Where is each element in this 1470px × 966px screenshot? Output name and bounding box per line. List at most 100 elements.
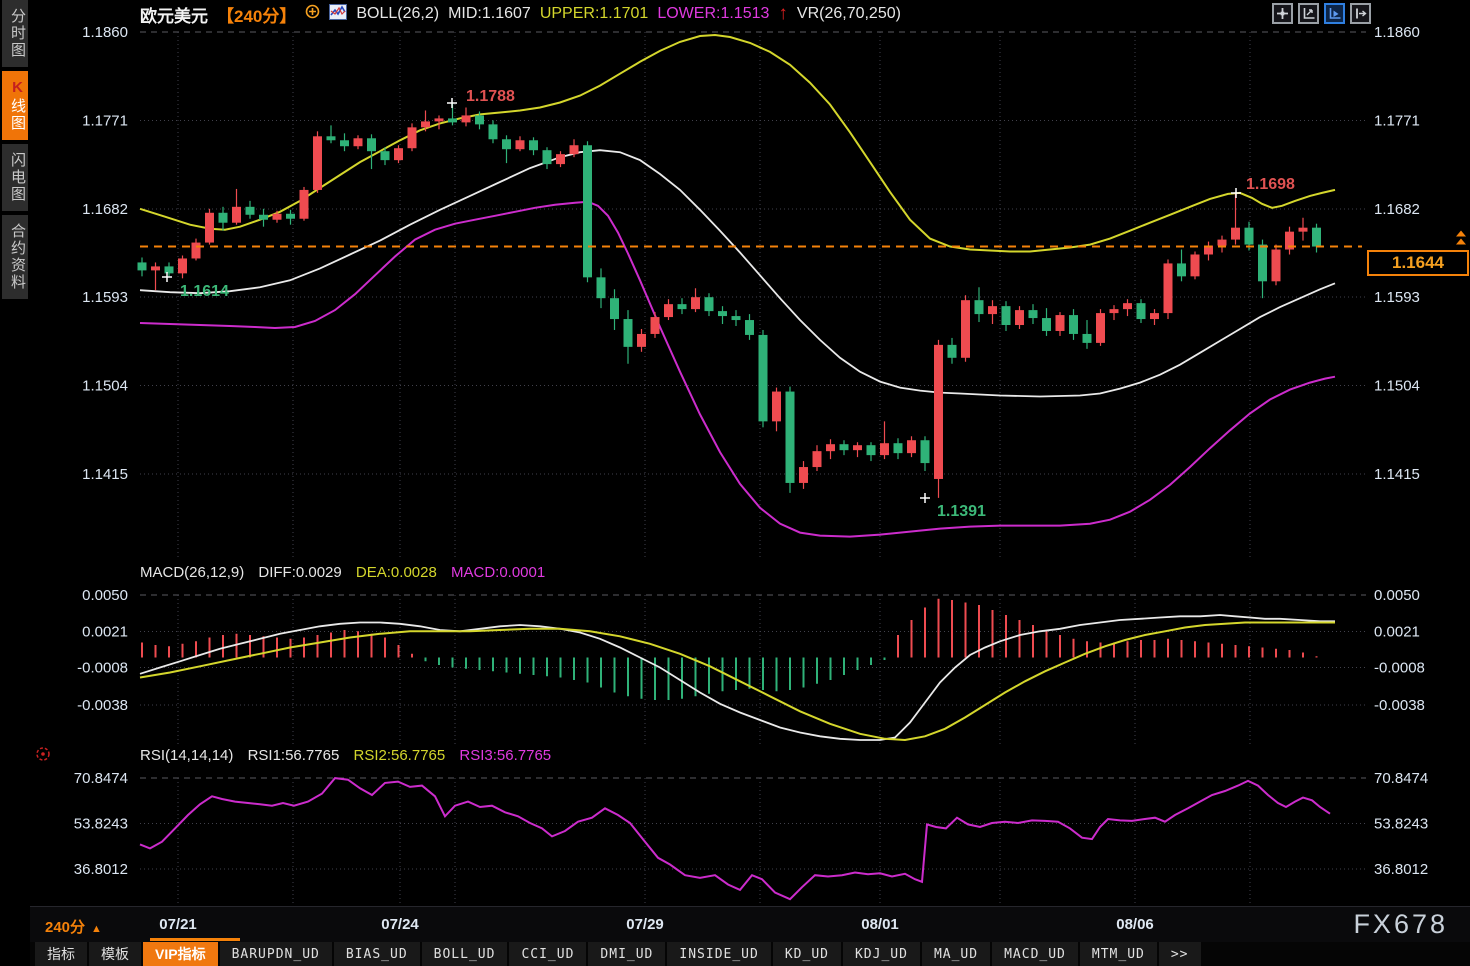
candle-body [178, 258, 187, 273]
sidebar-item-flash-chart[interactable]: 闪电图 [2, 144, 28, 211]
candle-body [340, 140, 349, 146]
date-label: 07/29 [626, 916, 664, 933]
chart-type-sidebar: 分时图 K线图 闪电图 合约资料 [0, 0, 30, 966]
axis-tick-label: 1.1593 [82, 289, 128, 306]
sidebar-item-time-chart[interactable]: 分时图 [2, 0, 28, 67]
tab-indicator-kd_ud[interactable]: KD_UD [773, 942, 841, 966]
axis-tick-label: -0.0008 [77, 660, 128, 677]
candle-body [826, 444, 835, 451]
candle-body [583, 145, 592, 277]
current-price-tag: 1.1644 [1367, 250, 1469, 276]
axis-tick-label: 1.1504 [1374, 378, 1420, 395]
candle-body [381, 151, 390, 160]
axis-tick-label: 1.1682 [82, 201, 128, 218]
rsi1-value: RSI1:56.7765 [248, 747, 340, 764]
price-annotation: 1.1391 [937, 503, 986, 520]
macd-dea-line [140, 623, 1335, 741]
axis-play-icon[interactable] [1324, 3, 1345, 24]
candle-body [1272, 250, 1281, 282]
candle-body [1056, 315, 1065, 331]
candle-body [637, 334, 646, 347]
tab-more[interactable]: >> [1159, 942, 1201, 966]
candle-body [786, 392, 795, 483]
axis-tick-label: 36.8012 [74, 861, 128, 878]
candle-body [273, 214, 282, 220]
tab-indicator-macd_ud[interactable]: MACD_UD [992, 942, 1078, 966]
candle-body [516, 140, 525, 149]
date-label: 07/24 [381, 916, 419, 933]
tab-indicator-kdj_ud[interactable]: KDJ_UD [843, 942, 920, 966]
axis-tick-label: 0.0021 [82, 623, 128, 640]
move-crosshair-icon[interactable] [1272, 3, 1293, 24]
date-label: 08/01 [861, 916, 899, 933]
candle-body [556, 154, 565, 164]
up-arrow-icon: ↑ [778, 7, 788, 21]
tab-indicator-cci_ud[interactable]: CCI_UD [509, 942, 586, 966]
tab-templates[interactable]: 模板 [89, 942, 141, 966]
candle-body [772, 392, 781, 422]
candle-body [1177, 263, 1186, 276]
axis-tick-label: 0.0021 [1374, 623, 1420, 640]
boll-lower-value: LOWER:1.1513 [657, 5, 769, 23]
tab-indicator-barupdn_ud[interactable]: BARUPDN_UD [220, 942, 332, 966]
candle-body [489, 124, 498, 139]
sidebar-item-kline-chart[interactable]: K线图 [2, 71, 28, 140]
candle-body [705, 297, 714, 311]
candle-body [840, 444, 849, 450]
candle-body [151, 266, 160, 270]
candle-body [219, 213, 228, 223]
axis-tick-label: 1.1415 [1374, 466, 1420, 483]
candle-body [502, 139, 511, 149]
rsi2-value: RSI2:56.7765 [353, 747, 445, 764]
candle-body [664, 304, 673, 317]
tab-indicator-ma_ud[interactable]: MA_UD [922, 942, 990, 966]
tab-vip-indicators[interactable]: VIP指标 [143, 942, 218, 966]
exit-right-icon[interactable] [1350, 3, 1371, 24]
timeframe-button[interactable]: 240分▲ [45, 916, 102, 937]
tab-indicator-inside_ud[interactable]: INSIDE_UD [667, 942, 770, 966]
candle-body [1096, 313, 1105, 343]
circle-plus-icon[interactable] [305, 4, 320, 24]
timeframe-text: 240分 [45, 919, 85, 936]
main-chart[interactable]: 1.18601.18601.17711.17711.16821.16821.15… [0, 0, 1470, 906]
axis-scale-icon[interactable] [1298, 3, 1319, 24]
candle-body [570, 145, 579, 154]
sidebar-item-contract-info[interactable]: 合约资料 [2, 215, 28, 299]
tab-indicator-mtm_ud[interactable]: MTM_UD [1080, 942, 1157, 966]
price-marker-arrow [1456, 231, 1466, 237]
candle-body [1069, 315, 1078, 334]
candle-body [246, 207, 255, 215]
axis-tick-label: -0.0008 [1374, 660, 1425, 677]
candle-body [448, 118, 457, 122]
candlestick-chart-icon[interactable] [329, 4, 347, 25]
rsi-line [140, 778, 1330, 899]
timeframe-label: 【240分】 [217, 2, 296, 27]
symbol-title: 欧元美元 [140, 2, 208, 27]
macd-params: MACD(26,12,9) [140, 564, 244, 581]
candle-body [759, 335, 768, 421]
candle-body [1312, 228, 1321, 247]
candle-body [624, 319, 633, 347]
boll-params: BOLL(26,2) [356, 5, 439, 23]
candle-body [529, 140, 538, 150]
candle-body [691, 297, 700, 309]
axis-tick-label: 1.1860 [82, 24, 128, 41]
tab-indicator-bias_ud[interactable]: BIAS_UD [334, 942, 420, 966]
candle-body [1123, 303, 1132, 309]
axis-tick-label: 53.8243 [1374, 816, 1428, 833]
candle-body [1164, 263, 1173, 313]
candle-body [367, 138, 376, 151]
h-scrollbar-thumb[interactable] [150, 938, 240, 941]
tab-indicator-boll_ud[interactable]: BOLL_UD [422, 942, 508, 966]
tab-indicator-dmi_ud[interactable]: DMI_UD [588, 942, 665, 966]
tab-indicators[interactable]: 指标 [35, 942, 87, 966]
date-axis-bar: 240分▲ 07/2107/2407/2908/0108/06 FX678 [0, 906, 1470, 942]
rsi3-value: RSI3:56.7765 [459, 747, 551, 764]
candle-body [435, 118, 444, 121]
candle-body [1245, 228, 1254, 245]
candle-body [462, 115, 471, 122]
candle-body [286, 214, 295, 219]
candle-body [610, 298, 619, 319]
candle-body [651, 317, 660, 334]
boll-mid-value: MID:1.1607 [448, 5, 531, 23]
